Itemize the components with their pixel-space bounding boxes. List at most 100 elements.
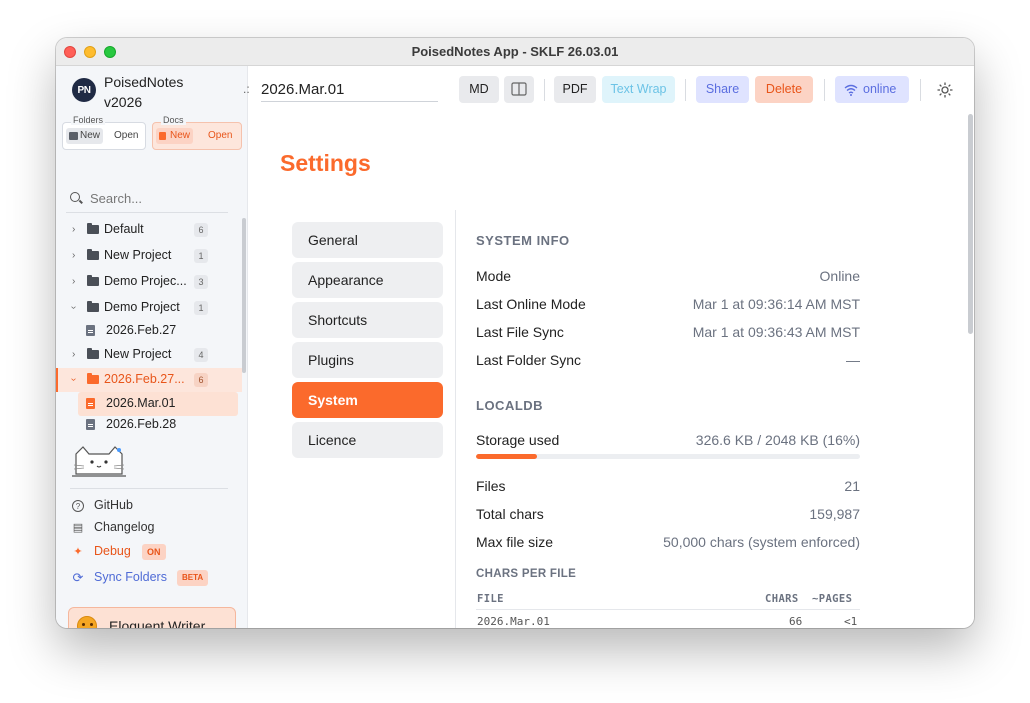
tree-folder-demo-project[interactable]: › Demo Project 1 [56, 296, 242, 320]
folder-icon [87, 249, 99, 260]
docs-group-label: Docs [161, 115, 186, 125]
wifi-icon [844, 84, 858, 96]
folders-group-label: Folders [71, 115, 106, 125]
settings-menu-general[interactable]: General [292, 222, 443, 258]
drag-handle-icon[interactable]: .: [243, 82, 250, 96]
tree-item-label: New Project [104, 347, 172, 361]
sidebar-scrollbar[interactable] [242, 218, 246, 373]
tree-item-label: 2026.Feb.27... [104, 372, 185, 386]
tree-folder-active[interactable]: › 2026.Feb.27... 6 [56, 368, 242, 392]
toolbar-separator [685, 79, 686, 101]
storage-used-row: Storage used 326.6 KB / 2048 KB (16%) [476, 432, 860, 452]
settings-divider [455, 210, 456, 628]
new-folder-button[interactable]: New [66, 128, 104, 144]
tree-item-label: Default [104, 222, 144, 236]
info-key: Max file size [476, 534, 554, 550]
search-input[interactable] [90, 188, 226, 208]
storage-progress-fill [476, 454, 538, 459]
table-cell-file: 2026.Mar.01 [477, 615, 550, 628]
text-wrap-button[interactable]: Text Wrap [602, 76, 675, 103]
settings-menu-appearance[interactable]: Appearance [292, 262, 443, 298]
beta-badge: BETA [177, 570, 209, 586]
delete-button[interactable]: Delete [755, 76, 813, 103]
online-status-button[interactable]: online [835, 76, 909, 103]
settings-menu-plugins[interactable]: Plugins [292, 342, 443, 378]
tree-folder-default[interactable]: › Default 6 [56, 218, 242, 242]
new-doc-button[interactable]: New [156, 128, 194, 144]
app-version: v2026 [104, 94, 143, 110]
folder-icon [87, 301, 99, 312]
open-doc-button[interactable]: Open [205, 128, 235, 144]
info-value: Mar 1 at 09:36:43 AM MST [692, 324, 860, 340]
info-key: Storage used [476, 432, 560, 448]
chevron-right-icon: › [72, 349, 76, 360]
folders-group: Folders New Open [62, 115, 146, 150]
info-value: 50,000 chars (system enforced) [663, 534, 860, 550]
settings-menu-shortcuts[interactable]: Shortcuts [292, 302, 443, 338]
settings-menu-licence[interactable]: Licence [292, 422, 443, 458]
tree-item-label: Demo Projec... [104, 274, 187, 288]
document-title-input[interactable] [261, 76, 438, 102]
help-circle-icon: ? [72, 500, 84, 512]
item-count-badge: 6 [194, 373, 208, 387]
theme-toggle-button[interactable] [931, 76, 959, 103]
localdb-heading: LOCALDB [476, 398, 544, 413]
main-scrollbar[interactable] [968, 114, 973, 334]
document-icon [159, 132, 166, 140]
tree-folder-new-project[interactable]: › New Project 1 [56, 244, 242, 268]
folder-icon [87, 348, 99, 359]
tree-item-label: 2026.Feb.28 [106, 417, 177, 431]
tree-file-2026-feb-27[interactable]: 2026.Feb.27 [56, 319, 242, 343]
open-folder-button[interactable]: Open [111, 128, 141, 144]
folder-icon [87, 373, 99, 384]
chevron-right-icon: › [72, 276, 76, 287]
new-doc-label: New [170, 130, 191, 141]
column-header-chars: CHARS [765, 593, 799, 605]
table-cell-pages: <1 [844, 615, 858, 628]
debug-status-badge: ON [142, 544, 166, 560]
split-view-button[interactable] [504, 76, 534, 103]
sun-icon [937, 82, 953, 98]
tree-folder-new-project-2[interactable]: › New Project 4 [56, 343, 242, 367]
markdown-button[interactable]: MD [459, 76, 499, 103]
info-key: Files [476, 478, 506, 494]
search-icon [70, 192, 80, 202]
sidebar: PN PoisedNotes v2026 Folders New Open Do… [56, 66, 248, 628]
window-title: PoisedNotes App - SKLF 26.03.01 [411, 44, 619, 59]
chevron-right-icon: › [72, 224, 76, 235]
changelog-label: Changelog [94, 520, 155, 534]
app-name-text: PoisedNotes [104, 74, 184, 90]
search-divider [66, 212, 228, 213]
item-count-badge: 1 [194, 301, 208, 315]
pdf-button[interactable]: PDF [554, 76, 596, 103]
title-bar[interactable]: PoisedNotes App - SKLF 26.03.01 [56, 38, 974, 66]
writer-status-label: Eloquent Writer... [109, 618, 217, 628]
tree-item-label: 2026.Feb.27 [106, 323, 177, 337]
info-key: Total chars [476, 506, 544, 522]
debug-label: Debug [94, 544, 131, 558]
table-cell-chars: 66 [789, 615, 803, 628]
search-box [66, 186, 228, 212]
info-row-max-file-size: Max file size 50,000 chars (system enfor… [476, 534, 860, 554]
tree-folder-demo-projec[interactable]: › Demo Projec... 3 [56, 270, 242, 294]
sync-folders-label: Sync Folders [94, 570, 167, 584]
settings-menu-system[interactable]: System [292, 382, 443, 418]
online-status-label: online [863, 82, 897, 96]
info-row-mode: Mode Online [476, 268, 860, 288]
info-key: Last Online Mode [476, 296, 586, 312]
toolbar-separator [920, 79, 921, 101]
document-icon [86, 419, 95, 430]
document-icon [86, 398, 95, 409]
info-value: 326.6 KB / 2048 KB (16%) [695, 432, 860, 448]
angry-face-icon [77, 616, 97, 628]
toolbar-separator [824, 79, 825, 101]
info-key: Mode [476, 268, 512, 284]
new-folder-label: New [80, 130, 101, 141]
github-label: GitHub [94, 498, 133, 512]
share-button[interactable]: Share [696, 76, 749, 103]
item-count-badge: 6 [194, 223, 208, 237]
writer-status-card[interactable]: Eloquent Writer... [68, 607, 236, 628]
app-window: PoisedNotes App - SKLF 26.03.01 PN Poise… [56, 38, 974, 628]
tree-file-2026-feb-28[interactable]: 2026.Feb.28 [56, 413, 242, 437]
info-key: Last File Sync [476, 324, 564, 340]
